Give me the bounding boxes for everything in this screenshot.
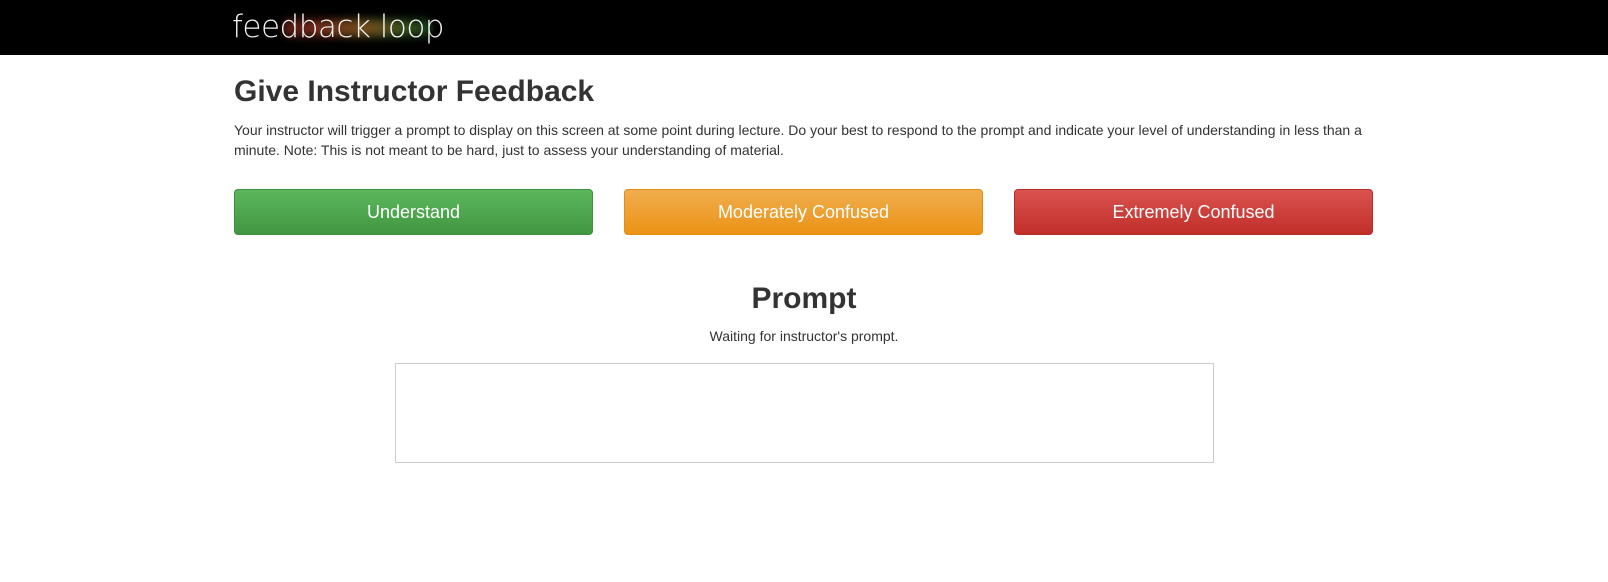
prompt-status-text: Waiting for instructor's prompt.: [709, 328, 899, 344]
extremely-confused-button[interactable]: Extremely Confused: [1014, 189, 1373, 235]
feedback-loop-logo[interactable]: feedback loop: [232, 6, 444, 48]
prompt-display-box: [395, 363, 1214, 463]
prompt-heading: Prompt: [751, 282, 857, 315]
moderately-confused-button[interactable]: Moderately Confused: [624, 189, 983, 235]
page-title: Give Instructor Feedback: [234, 75, 595, 108]
logo-text: feedback loop: [232, 9, 444, 45]
understand-button[interactable]: Understand: [234, 189, 593, 235]
instructions-text: Your instructor will trigger a prompt to…: [234, 122, 1362, 158]
top-navbar: feedback loop: [0, 0, 1608, 55]
